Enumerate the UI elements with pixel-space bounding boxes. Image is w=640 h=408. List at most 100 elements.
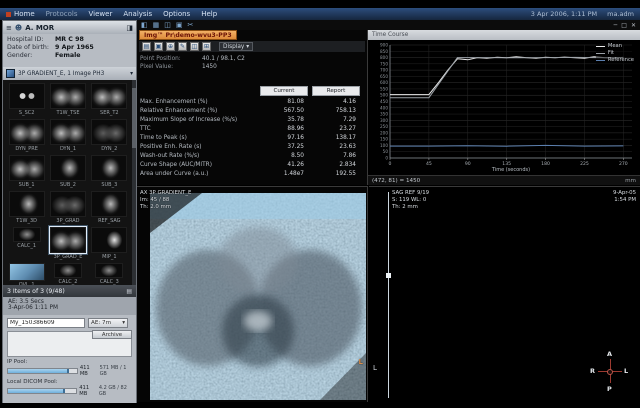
- svg-text:0: 0: [385, 156, 388, 161]
- close-icon[interactable]: ✕: [631, 22, 636, 29]
- pool2-progressbar[interactable]: [7, 388, 77, 394]
- thumbnail-image: [9, 83, 45, 109]
- svg-text:100: 100: [380, 143, 388, 148]
- thumbnail-item[interactable]: T1W_3D: [9, 191, 45, 224]
- parameter-table: Current Report Max. Enhancement (%) 81.0…: [140, 86, 364, 179]
- sagittal-viewport[interactable]: SAG REF 9/19S: 119 WL: 0Th: 2 mm 9-Apr-0…: [369, 186, 640, 402]
- thumbnail-image: [50, 83, 86, 109]
- curve-window-title: Time Course: [372, 32, 408, 38]
- capture-icon[interactable]: ▣: [176, 21, 183, 29]
- copy-icon[interactable]: ◫: [190, 42, 199, 51]
- compass-right: R: [590, 367, 595, 375]
- clip-icon[interactable]: ✂: [188, 21, 194, 29]
- svg-text:150: 150: [380, 137, 388, 142]
- legend-entry: Reference: [596, 57, 634, 64]
- thumbnail-item[interactable]: CALC_1: [13, 227, 41, 260]
- menu-item[interactable]: Viewer: [89, 10, 113, 18]
- transfer-form: AE: 7m ▾ Archive IP Pool: 411 MB 571 MB …: [3, 315, 136, 404]
- column-header-report[interactable]: Report: [312, 86, 360, 96]
- destination-select[interactable]: AE: 7m ▾: [88, 318, 128, 328]
- column-header-current[interactable]: Current: [260, 86, 308, 96]
- thumbnail-item[interactable]: DYN_2: [91, 119, 127, 152]
- thumbnail-caption: S_SC2: [9, 110, 45, 116]
- localizer-handle[interactable]: [386, 273, 391, 278]
- orientation-compass: A P R L: [590, 350, 630, 394]
- compass-posterior: P: [607, 385, 612, 393]
- maximize-icon[interactable]: □: [621, 22, 627, 29]
- thumbnail-item[interactable]: SUB_3: [91, 155, 127, 188]
- legend-swatch-icon: [596, 60, 605, 62]
- thumbnail-item[interactable]: 3P_GRAD: [50, 191, 86, 224]
- svg-text:350: 350: [380, 112, 388, 117]
- thumbnail-item[interactable]: SUB_1: [9, 155, 45, 188]
- thumbnail-item[interactable]: 3P_GRAD_E: [50, 227, 86, 260]
- table-row: Positive Enh. Rate (s) 37.25 23.63: [140, 143, 364, 152]
- svg-text:300: 300: [380, 118, 388, 123]
- menu-icon[interactable]: ≡: [6, 24, 12, 32]
- clock-text: 3 Apr 2006, 1:11 PM: [531, 10, 597, 18]
- pencil-icon[interactable]: ✎: [178, 42, 187, 51]
- thumbnail-image: [9, 191, 45, 217]
- thumbnail-item[interactable]: DYN_PRE: [9, 119, 45, 152]
- grid-icon[interactable]: ⊞: [202, 42, 211, 51]
- chevron-down-icon: ▾: [130, 71, 133, 77]
- pool2-capacity: 4.2 GB / 82 GB: [99, 385, 132, 397]
- display-dropdown[interactable]: Display ▾: [219, 42, 253, 51]
- thumbnail-item[interactable]: SER_T2: [91, 83, 127, 116]
- series-selector-label: 3P GRADIENT_E, 1 Image PH3: [18, 71, 104, 77]
- series-selector[interactable]: 3P GRADIENT_E, 1 Image PH3 ▾: [3, 67, 136, 80]
- slice-localizer-line[interactable]: [388, 192, 389, 398]
- sag-overlay-text: SAG REF 9/19S: 119 WL: 0Th: 2 mm: [392, 190, 429, 211]
- thumbnail-item[interactable]: SUB_2: [50, 155, 86, 188]
- chevron-down-icon: ▾: [122, 320, 125, 326]
- axial-viewport[interactable]: AX 3P GRADIENT_EIm: 45 / 88Th: 2.0 mm L: [137, 186, 368, 402]
- thumbnail-item[interactable]: DYN_1: [50, 119, 86, 152]
- menu-item[interactable]: Protocols: [46, 10, 78, 18]
- svg-text:225: 225: [580, 161, 589, 167]
- svg-text:750: 750: [380, 61, 388, 66]
- thumbnail-caption: SER_T2: [91, 110, 127, 116]
- legend-swatch-icon: [596, 53, 605, 55]
- menu-item[interactable]: Home: [14, 10, 35, 18]
- pool2-value: 411 MB: [79, 385, 97, 397]
- window-icon[interactable]: ◧: [141, 21, 148, 29]
- export-icon[interactable]: ▤: [126, 288, 132, 295]
- menu-item[interactable]: Help: [201, 10, 217, 18]
- info-row: Point Position: 40.1 / 98.1, C2: [137, 56, 365, 62]
- thumbnail-scrollbar[interactable]: [132, 80, 136, 285]
- menu-item[interactable]: Analysis: [123, 10, 152, 18]
- svg-text:900: 900: [380, 43, 388, 48]
- save-icon[interactable]: ▣: [154, 42, 163, 51]
- svg-text:250: 250: [380, 124, 388, 129]
- table-row: Curve Shape (AUC/MITR) 41.26 2.834: [140, 161, 364, 170]
- transfer-section-header[interactable]: 3 Items of 3 (9/48) ▤: [3, 285, 136, 297]
- svg-text:400: 400: [380, 105, 388, 110]
- document-tab[interactable]: Img™ Pr\demo-wvu3-PP3: [139, 30, 237, 40]
- table-row: Maximum Slope of Increase (%/s) 35.78 7.…: [140, 116, 364, 125]
- pin-icon[interactable]: ◨: [126, 24, 133, 32]
- archive-button[interactable]: Archive: [92, 330, 132, 339]
- svg-text:700: 700: [380, 68, 388, 73]
- roi-icon[interactable]: ⊕: [166, 42, 175, 51]
- open-icon[interactable]: ▤: [142, 42, 151, 51]
- svg-text:90: 90: [465, 161, 471, 167]
- thumbnail-item[interactable]: MIP_1: [91, 227, 127, 260]
- axial-mri-image: [150, 193, 366, 400]
- thumbnail-caption: DYN_2: [91, 146, 127, 152]
- thumbnail-image: [91, 191, 127, 217]
- thumbnail-item[interactable]: REF_SAG: [91, 191, 127, 224]
- layout-icon[interactable]: ◫: [164, 21, 171, 29]
- query-input[interactable]: [7, 318, 85, 328]
- legend-entry: Fit: [596, 50, 634, 57]
- thumbnail-image: [13, 227, 41, 242]
- screen-icon[interactable]: ▦: [153, 21, 160, 29]
- thumbnail-item[interactable]: T1W_TSE: [50, 83, 86, 116]
- svg-text:550: 550: [380, 86, 388, 91]
- table-row: TTC 88.96 23.27: [140, 125, 364, 134]
- table-row: Max. Enhancement (%) 81.08 4.16: [140, 98, 364, 107]
- thumbnail-item[interactable]: S_SC2: [9, 83, 45, 116]
- curve-window-titlebar[interactable]: Time Course: [368, 30, 640, 40]
- pool1-progressbar[interactable]: [7, 368, 78, 374]
- minimize-icon[interactable]: ─: [614, 22, 618, 29]
- menu-item[interactable]: Options: [163, 10, 190, 18]
